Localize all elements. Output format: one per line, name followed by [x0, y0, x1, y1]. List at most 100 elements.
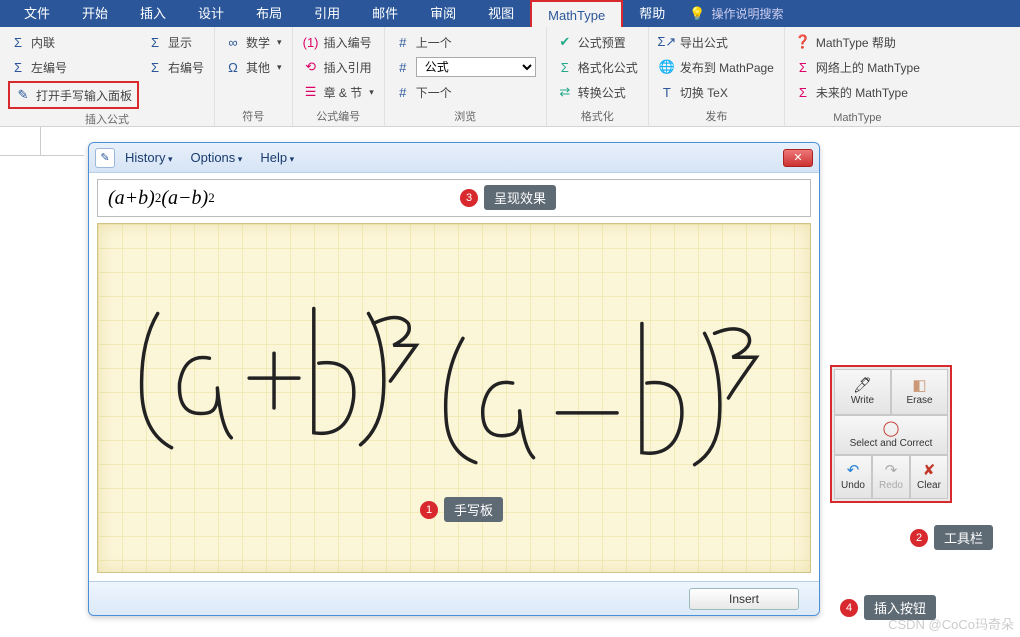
number-icon: (1): [303, 34, 319, 50]
tab-home[interactable]: 开始: [66, 0, 124, 27]
tool-clear[interactable]: ✘Clear: [910, 455, 948, 499]
page-edge: [40, 127, 41, 155]
badge-3: 3: [460, 189, 478, 207]
tell-me-label: 操作说明搜索: [711, 5, 783, 22]
handwriting-panel: ✎ History Options Help ✕ (a + b)2(a − b)…: [88, 142, 820, 616]
hw-bottom-bar: Insert: [89, 581, 819, 615]
cmd-publish-mathpage[interactable]: 🌐发布到 MathPage: [657, 56, 776, 78]
cmd-mathtype-web[interactable]: Σ网络上的 MathType: [793, 56, 922, 78]
callout-label: 工具栏: [934, 525, 993, 550]
globe-icon: 🌐: [659, 59, 675, 75]
tab-layout[interactable]: 布局: [240, 0, 298, 27]
callout-label: 手写板: [444, 497, 503, 522]
ribbon-body: Σ内联 Σ左编号 ✎打开手写输入面板 Σ显示 Σ右编号 插入公式 ∞数学▾ Ω其…: [0, 27, 1020, 127]
convert-icon: ⇄: [557, 84, 573, 100]
tex-icon: T: [659, 84, 675, 100]
hash-icon: #: [395, 84, 411, 100]
group-equation-number: (1)插入编号 ⟲插入引用 ☰章 & 节▾ 公式编号: [293, 27, 385, 126]
cmd-math-symbols[interactable]: ∞数学▾: [223, 31, 284, 53]
page-edge: [0, 155, 84, 156]
cmd-previous[interactable]: #上一个: [393, 31, 538, 53]
check-icon: ✔: [557, 34, 573, 50]
cmd-formula-select[interactable]: # 公式: [393, 56, 538, 78]
group-symbols: ∞数学▾ Ω其他▾ 符号: [215, 27, 293, 126]
tab-view[interactable]: 视图: [472, 0, 530, 27]
tab-mathtype[interactable]: MathType: [530, 0, 623, 27]
help-icon: ❓: [795, 34, 811, 50]
cmd-toggle-tex[interactable]: T切换 TeX: [657, 81, 776, 103]
cmd-other-symbols[interactable]: Ω其他▾: [223, 56, 284, 78]
callout-label: 呈现效果: [484, 185, 556, 210]
chevron-down-icon: ▾: [369, 87, 374, 98]
sigma-icon: Σ: [10, 34, 26, 50]
tab-help[interactable]: 帮助: [623, 0, 681, 27]
cmd-next[interactable]: #下一个: [393, 81, 538, 103]
cmd-left-number[interactable]: Σ左编号: [8, 56, 139, 78]
sigma-icon: Σ: [557, 59, 573, 75]
formula-dropdown[interactable]: 公式: [416, 57, 536, 77]
cmd-display[interactable]: Σ显示: [145, 31, 206, 53]
group-publish: Σ↗导出公式 🌐发布到 MathPage T切换 TeX 发布: [649, 27, 785, 126]
cmd-convert-formula[interactable]: ⇄转换公式: [555, 81, 640, 103]
group-label: 浏览: [393, 106, 538, 124]
tool-select-correct[interactable]: ◯Select and Correct: [834, 415, 948, 455]
tab-file[interactable]: 文件: [8, 0, 66, 27]
callout-2: 2 工具栏: [910, 525, 993, 550]
group-label: MathType: [793, 110, 922, 124]
highlight-open-handwriting: ✎打开手写输入面板: [8, 81, 139, 109]
undo-icon: ↶: [847, 463, 860, 478]
watermark: CSDN @CoCo玛奇朵: [888, 614, 1014, 633]
cmd-right-number[interactable]: Σ右编号: [145, 56, 206, 78]
redo-icon: ↷: [885, 463, 898, 478]
hw-menu-help[interactable]: Help: [260, 150, 294, 165]
tool-erase[interactable]: ◧Erase: [891, 369, 948, 415]
pen-icon: 🖊: [853, 378, 872, 393]
cmd-insert-reference[interactable]: ⟲插入引用: [301, 56, 376, 78]
cmd-export[interactable]: Σ↗导出公式: [657, 31, 776, 53]
cmd-open-handwriting[interactable]: ✎打开手写输入面板: [13, 84, 134, 106]
tell-me-search[interactable]: 💡 操作说明搜索: [689, 5, 783, 22]
reference-icon: ⟲: [303, 59, 319, 75]
group-label: 发布: [657, 106, 776, 124]
tab-references[interactable]: 引用: [298, 0, 356, 27]
group-label: 格式化: [555, 106, 640, 124]
cmd-mathtype-help[interactable]: ❓MathType 帮助: [793, 31, 922, 53]
hw-menu-options[interactable]: Options: [190, 150, 242, 165]
badge-1: 1: [420, 501, 438, 519]
omega-icon: Ω: [225, 59, 241, 75]
tab-review[interactable]: 审阅: [414, 0, 472, 27]
web-icon: Σ: [795, 59, 811, 75]
ribbon-tabs: 文件 开始 插入 设计 布局 引用 邮件 审阅 视图 MathType 帮助 💡…: [0, 0, 1020, 27]
callout-3: 3 呈现效果: [460, 185, 556, 210]
cmd-chapter-section[interactable]: ☰章 & 节▾: [301, 81, 376, 103]
cmd-inline[interactable]: Σ内联: [8, 31, 139, 53]
hash-icon: #: [395, 59, 411, 75]
tool-redo[interactable]: ↷Redo: [872, 455, 910, 499]
tool-palette: 🖊Write ◧Erase ◯Select and Correct ↶Undo …: [830, 365, 952, 503]
tab-insert[interactable]: 插入: [124, 0, 182, 27]
cmd-formula-preset[interactable]: ✔公式预置: [555, 31, 640, 53]
tab-design[interactable]: 设计: [182, 0, 240, 27]
chevron-down-icon: ▾: [277, 37, 282, 48]
handwriting-icon: ✎: [15, 87, 31, 103]
hw-titlebar[interactable]: ✎ History Options Help ✕: [89, 143, 819, 173]
sigma-icon: Σ: [10, 59, 26, 75]
list-icon: ☰: [303, 84, 319, 100]
group-insert-formula: Σ内联 Σ左编号 ✎打开手写输入面板 Σ显示 Σ右编号 插入公式: [0, 27, 215, 126]
eraser-icon: ◧: [912, 378, 926, 393]
hw-app-icon: ✎: [95, 148, 115, 168]
cmd-mathtype-future[interactable]: Σ未来的 MathType: [793, 81, 922, 103]
tool-write[interactable]: 🖊Write: [834, 369, 891, 415]
close-button[interactable]: ✕: [783, 149, 813, 167]
cmd-insert-number[interactable]: (1)插入编号: [301, 31, 376, 53]
cmd-format-formula[interactable]: Σ格式化公式: [555, 56, 640, 78]
insert-button[interactable]: Insert: [689, 588, 799, 610]
callout-1: 1 手写板: [420, 497, 503, 522]
group-format: ✔公式预置 Σ格式化公式 ⇄转换公式 格式化: [547, 27, 649, 126]
tab-mailings[interactable]: 邮件: [356, 0, 414, 27]
group-browse: #上一个 # 公式 #下一个 浏览: [385, 27, 547, 126]
recognition-result: (a + b)2(a − b)2: [97, 179, 811, 217]
sigma-icon: Σ: [147, 59, 163, 75]
hw-menu-history[interactable]: History: [125, 150, 172, 165]
tool-undo[interactable]: ↶Undo: [834, 455, 872, 499]
